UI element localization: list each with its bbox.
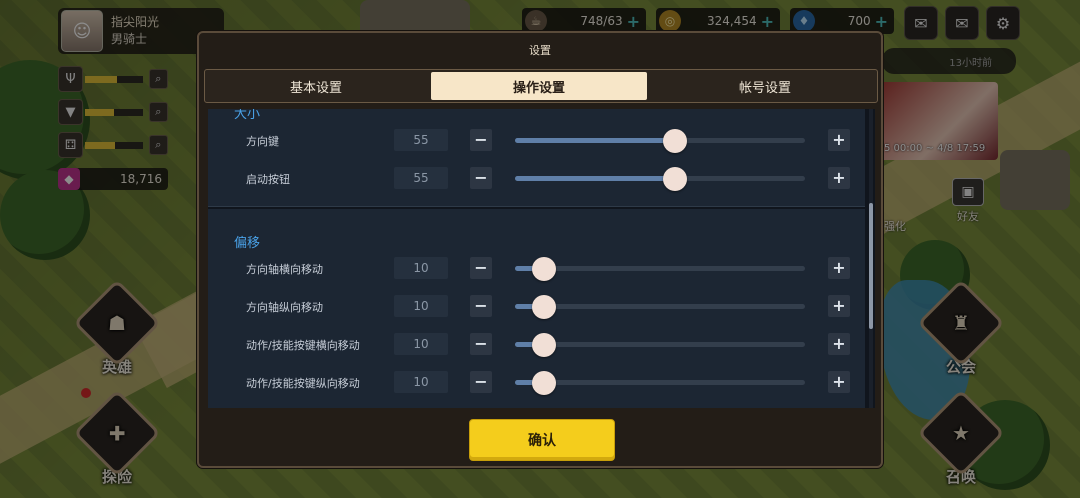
slider-thumb[interactable]	[532, 371, 556, 395]
tab-account-settings[interactable]: 帐号设置	[655, 72, 875, 100]
slider-track[interactable]	[515, 295, 805, 319]
setting-label: 动作/技能按键横向移动	[246, 339, 360, 352]
offset-section: 偏移 方向轴横向移动 10 − + 方向轴纵向移动 10 − + 动作/技能按键…	[208, 209, 865, 408]
setting-value[interactable]: 55	[394, 167, 448, 189]
setting-value[interactable]: 10	[394, 257, 448, 279]
settings-scroll-panel[interactable]: 大小 方向键 55 − + 启动按钮 55 − + 偏移 方向轴横向移动 10 …	[208, 109, 875, 408]
size-section: 大小 方向键 55 − + 启动按钮 55 − +	[208, 109, 865, 207]
slider-track[interactable]	[515, 333, 805, 357]
setting-label: 方向键	[246, 135, 279, 148]
setting-value[interactable]: 55	[394, 129, 448, 151]
setting-row-action-offset-x: 动作/技能按键横向移动 10 − +	[208, 329, 865, 359]
plus-button[interactable]: +	[828, 295, 850, 317]
setting-row-dpad-offset-y: 方向轴纵向移动 10 − +	[208, 291, 865, 321]
settings-scrollbar[interactable]	[869, 109, 873, 408]
plus-button[interactable]: +	[828, 333, 850, 355]
minus-button[interactable]: −	[470, 167, 492, 189]
slider-track[interactable]	[515, 257, 805, 281]
slider-thumb[interactable]	[662, 167, 687, 191]
setting-row-action-offset-y: 动作/技能按键纵向移动 10 − +	[208, 367, 865, 397]
slider-thumb[interactable]	[532, 295, 556, 319]
tab-control-settings[interactable]: 操作设置	[431, 72, 647, 100]
confirm-button[interactable]: 确认	[469, 419, 615, 461]
plus-button[interactable]: +	[828, 167, 850, 189]
plus-button[interactable]: +	[828, 129, 850, 151]
slider-thumb[interactable]	[532, 333, 556, 357]
setting-value[interactable]: 10	[394, 295, 448, 317]
settings-tabs: 基本设置 操作设置 帐号设置	[204, 69, 878, 103]
slider-track[interactable]	[515, 167, 805, 191]
minus-button[interactable]: −	[470, 371, 492, 393]
minus-button[interactable]: −	[470, 129, 492, 151]
plus-button[interactable]: +	[828, 371, 850, 393]
setting-row-start-button-size: 启动按钮 55 − +	[208, 163, 865, 193]
dialog-title: 设置	[529, 44, 551, 57]
minus-button[interactable]: −	[470, 333, 492, 355]
slider-track[interactable]	[515, 371, 805, 395]
setting-value[interactable]: 10	[394, 371, 448, 393]
minus-button[interactable]: −	[470, 295, 492, 317]
slider-thumb[interactable]	[532, 257, 556, 281]
setting-label: 动作/技能按键纵向移动	[246, 377, 360, 390]
setting-value[interactable]: 10	[394, 333, 448, 355]
setting-label: 方向轴纵向移动	[246, 301, 323, 314]
slider-thumb[interactable]	[662, 129, 687, 153]
setting-row-dpad-size: 方向键 55 − +	[208, 125, 865, 155]
setting-label: 方向轴横向移动	[246, 263, 323, 276]
slider-track[interactable]	[515, 129, 805, 153]
size-section-title: 大小	[234, 109, 261, 122]
minus-button[interactable]: −	[470, 257, 492, 279]
settings-dialog: 设置 基本设置 操作设置 帐号设置 大小 方向键 55 − + 启动按钮 55 …	[197, 31, 883, 468]
plus-button[interactable]: +	[828, 257, 850, 279]
setting-row-dpad-offset-x: 方向轴横向移动 10 − +	[208, 253, 865, 283]
offset-section-title: 偏移	[234, 236, 261, 251]
setting-label: 启动按钮	[246, 173, 290, 186]
tab-basic-settings[interactable]: 基本设置	[207, 72, 425, 100]
